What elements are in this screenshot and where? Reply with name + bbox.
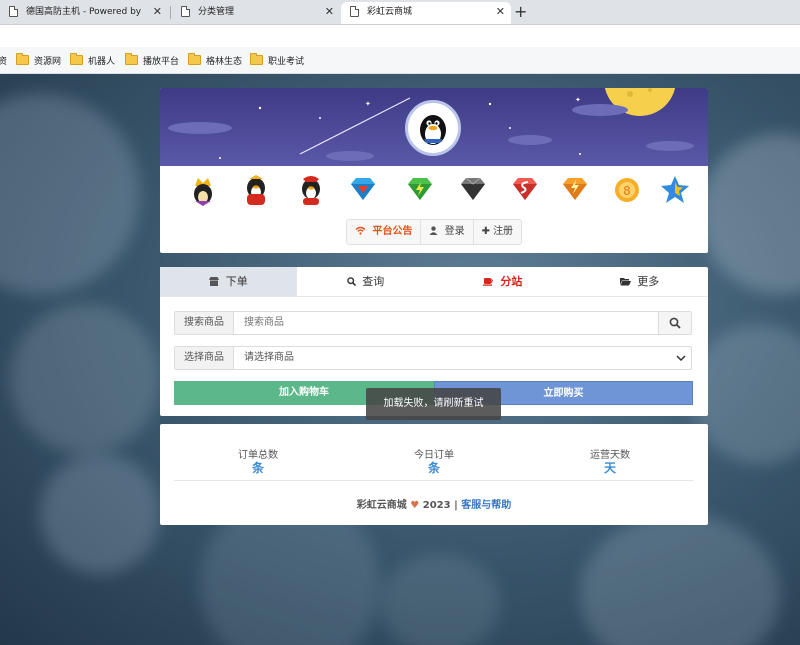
tab-branch-label: 分站: [500, 275, 523, 288]
heart-icon: ♥: [410, 500, 420, 511]
svg-text:8: 8: [623, 184, 631, 198]
tab-query[interactable]: 查询: [297, 267, 434, 296]
bookmark-item[interactable]: 格林生态: [188, 53, 242, 67]
footer: 彩虹云商城 ♥ 2023 | 客服与帮助: [160, 496, 708, 511]
user-icon: [429, 226, 444, 237]
tab-title: 彩虹云商城: [367, 7, 413, 17]
help-link[interactable]: 客服与帮助: [461, 500, 511, 511]
diamond-blue-icon: [351, 178, 375, 200]
penguin-icon: [420, 115, 446, 145]
tab-more[interactable]: 更多: [571, 267, 708, 296]
tab-more-label: 更多: [637, 275, 660, 288]
header-panel: ✦ ✦ 8 平台公告 登录 ✚ 注册: [160, 88, 708, 253]
stats-panel: 订单总数 条 今日订单 条 运营天数 天 彩虹云商城 ♥ 2023 | 客服与帮…: [160, 424, 708, 525]
document-icon: [181, 6, 190, 17]
tab-branch[interactable]: 分站: [434, 267, 571, 296]
stat-label: 今日订单: [414, 450, 454, 461]
shop-icon: [209, 275, 226, 288]
browser-tab-1[interactable]: 德国高防主机 - Powered by 德国 ✕: [0, 2, 168, 24]
qq-penguin-avatar: [405, 100, 461, 156]
error-toast: 加载失败，请刷新重试: [366, 388, 501, 420]
stat-operating-days: 运营天数 天: [540, 446, 680, 475]
select-label: 选择商品: [175, 347, 234, 369]
notice-label: 平台公告: [372, 226, 413, 237]
divider: [174, 480, 694, 481]
star-blue-icon: [661, 176, 689, 203]
tab-order[interactable]: 下单: [160, 267, 297, 296]
folder-open-icon: [619, 275, 638, 288]
browser-tab-bar: 德国高防主机 - Powered by 德国 ✕ 分类管理 ✕ 彩虹云商城 ✕ …: [0, 0, 800, 25]
tab-title: 德国高防主机 - Powered by 德国: [26, 7, 144, 17]
folder-icon: [16, 53, 29, 65]
search-icon: [346, 275, 363, 288]
footer-year: 2023: [422, 500, 451, 511]
bookmark-item[interactable]: 资: [0, 54, 7, 67]
close-icon[interactable]: ✕: [496, 2, 505, 22]
search-field: 搜索商品: [174, 311, 692, 335]
folder-icon: [188, 53, 201, 65]
bookmark-item[interactable]: 播放平台: [125, 53, 179, 67]
document-icon: [350, 6, 359, 17]
footer-separator: |: [454, 500, 458, 511]
search-label: 搜索商品: [175, 312, 234, 334]
stat-value: 条: [251, 461, 264, 475]
banner: ✦ ✦: [160, 88, 708, 166]
diamond-green-icon: [408, 178, 432, 200]
search-icon: [669, 317, 681, 329]
close-icon[interactable]: ✕: [153, 2, 162, 22]
tab-title: 分类管理: [198, 7, 235, 17]
stat-label: 订单总数: [238, 450, 278, 461]
login-button[interactable]: 登录: [421, 220, 474, 244]
qq-orange-icon: 8: [615, 178, 639, 202]
document-icon: [9, 6, 18, 17]
footer-brand: 彩虹云商城: [356, 500, 407, 511]
register-label: 注册: [493, 226, 514, 237]
login-label: 登录: [444, 226, 465, 237]
stat-today-orders: 今日订单 条: [364, 446, 504, 475]
diamond-black-icon: [461, 177, 485, 200]
bookmarks-bar: 资 资源网 机器人 播放平台 格林生态 职业考试: [0, 47, 800, 74]
select-value: 请选择商品: [244, 352, 294, 363]
notice-button[interactable]: 平台公告: [347, 220, 422, 244]
bookmark-item[interactable]: 职业考试: [250, 53, 304, 67]
stat-value: 天: [603, 461, 616, 475]
diamond-orange-icon: [563, 178, 587, 200]
bookmark-item[interactable]: 机器人: [70, 53, 115, 67]
diamond-red-icon: [513, 178, 537, 200]
coffee-icon: [482, 275, 501, 288]
svg-text:✦: ✦: [365, 100, 371, 108]
register-button[interactable]: ✚ 注册: [474, 220, 521, 244]
tab-separator: [170, 6, 171, 19]
product-select[interactable]: 选择商品 请选择商品: [174, 346, 692, 370]
browser-tab-2[interactable]: 分类管理 ✕: [172, 2, 340, 24]
badge-icons-row: 8: [160, 170, 708, 210]
qq-penguin-red-icon: [247, 175, 265, 205]
address-bar[interactable]: [0, 25, 800, 47]
search-button[interactable]: [658, 312, 691, 334]
new-tab-icon[interactable]: +: [514, 2, 527, 22]
plus-icon: ✚: [481, 226, 491, 237]
qq-crown-icon: [194, 178, 212, 206]
stat-value: 条: [427, 461, 440, 475]
close-icon[interactable]: ✕: [325, 2, 334, 22]
order-tabs: 下单 查询 分站 更多: [160, 267, 708, 297]
qq-penguin-icon: [302, 176, 320, 205]
chevron-down-icon: [671, 347, 691, 369]
folder-icon: [125, 53, 138, 65]
tab-order-label: 下单: [225, 275, 248, 288]
folder-icon: [250, 53, 263, 65]
header-button-group: 平台公告 登录 ✚ 注册: [346, 219, 523, 245]
folder-icon: [70, 53, 83, 65]
search-input[interactable]: [234, 312, 658, 334]
stat-label: 运营天数: [590, 450, 630, 461]
stat-total-orders: 订单总数 条: [188, 446, 328, 475]
svg-text:✦: ✦: [575, 96, 581, 104]
bookmark-item[interactable]: 资源网: [16, 53, 61, 67]
wifi-icon: [355, 226, 372, 237]
browser-tab-3-active[interactable]: 彩虹云商城 ✕: [341, 2, 511, 24]
tab-query-label: 查询: [362, 275, 385, 288]
